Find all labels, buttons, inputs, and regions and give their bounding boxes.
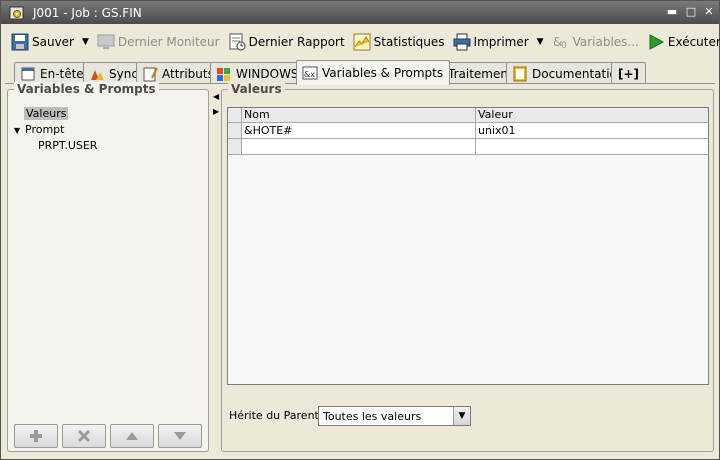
sync-icon: [89, 66, 105, 82]
statistics-button[interactable]: Statistiques: [349, 29, 449, 55]
panel-splitter[interactable]: ◀ ▶: [212, 89, 220, 452]
variables-prompts-icon: &x: [302, 65, 318, 81]
cell-name[interactable]: [242, 139, 476, 154]
toolbar: Sauver ▼ Dernier Moniteur Dernier Rappor…: [1, 26, 720, 58]
table-header: Nom Valeur: [228, 108, 708, 123]
tab-label: Sync: [109, 66, 138, 81]
cell-name[interactable]: &HOTE#: [242, 123, 476, 138]
report-icon: [228, 33, 246, 51]
save-dropdown-icon[interactable]: ▼: [82, 37, 89, 47]
table-row[interactable]: [228, 139, 708, 155]
play-icon: [647, 33, 665, 51]
save-button[interactable]: Sauver ▼: [7, 29, 93, 55]
tab-header[interactable]: En-tête: [14, 62, 91, 84]
title-bar: J001 - Job : GS.FIN ▬ □ ✕: [1, 1, 719, 24]
tree-item-prpt-user[interactable]: PRPT.USER: [38, 139, 97, 152]
svg-text:&x: &x: [304, 70, 315, 79]
minimize-icon[interactable]: ▬: [665, 5, 679, 19]
inherit-select[interactable]: Toutes les valeurs ▼: [318, 406, 471, 426]
statistics-label: Statistiques: [373, 35, 445, 49]
row-header[interactable]: [228, 123, 242, 138]
tab-label: Variables & Prompts: [322, 66, 444, 80]
tree-item-valeurs[interactable]: Valeurs: [24, 107, 69, 120]
column-header-name[interactable]: Nom: [242, 108, 476, 123]
move-down-button[interactable]: [158, 424, 202, 448]
variables-label: Variables...: [572, 35, 639, 49]
tab-label: En-tête: [40, 66, 84, 81]
panel-title: Variables & Prompts: [14, 82, 159, 96]
print-button[interactable]: Imprimer ▼: [449, 29, 548, 55]
delete-button[interactable]: [62, 424, 106, 448]
tab-label: WINDOWS: [236, 66, 299, 81]
save-icon: [11, 33, 29, 51]
maximize-icon[interactable]: □: [684, 5, 698, 19]
values-title: Valeurs: [228, 82, 285, 96]
collapse-left-icon[interactable]: ◀: [213, 92, 219, 101]
cell-value[interactable]: unix01: [476, 123, 708, 138]
print-label: Imprimer: [473, 35, 529, 49]
variables-icon: & 0: [552, 33, 570, 51]
values-table: Nom Valeur &HOTE# unix01: [227, 107, 709, 385]
move-up-button[interactable]: [110, 424, 154, 448]
execute-label: Exécuter: [667, 35, 720, 49]
column-header-value[interactable]: Valeur: [476, 108, 708, 123]
plus-icon: [30, 430, 42, 442]
values-panel: Valeurs Nom Valeur &HOTE# unix01 Hérite …: [221, 82, 714, 452]
cell-value[interactable]: [476, 139, 708, 154]
attributes-icon: [142, 66, 158, 82]
tab-add[interactable]: [+]: [611, 62, 647, 84]
tab-label: Attributs: [162, 66, 214, 81]
job-window: J001 - Job : GS.FIN ▬ □ ✕ Sauver ▼ Derni…: [0, 0, 720, 460]
last-report-label: Dernier Rapport: [248, 35, 345, 49]
statistics-icon: [353, 33, 371, 51]
tab-windows[interactable]: WINDOWS: [210, 62, 306, 84]
tab-attributes[interactable]: Attributs: [136, 62, 221, 84]
expand-arrow-icon[interactable]: ▼: [14, 126, 20, 135]
tab-bar: En-tête Sync Attributs WINDOWS &x Variab…: [1, 60, 719, 85]
close-icon[interactable]: ✕: [702, 5, 716, 19]
expand-right-icon[interactable]: ▶: [213, 107, 219, 116]
inherit-select-value: Toutes les valeurs: [323, 410, 422, 423]
execute-button[interactable]: Exécuter ▼: [643, 29, 720, 55]
tab-variables-prompts[interactable]: &x Variables & Prompts: [296, 60, 451, 85]
arrow-up-icon: [126, 432, 138, 440]
inherit-label: Hérite du Parent:: [229, 409, 323, 422]
job-gear-icon: [9, 5, 25, 21]
printer-icon: [453, 33, 471, 51]
svg-text:0: 0: [561, 41, 567, 51]
save-label: Sauver: [32, 35, 74, 49]
windows-icon: [216, 66, 232, 82]
monitor-icon: [97, 33, 115, 51]
header-icon: [20, 66, 36, 82]
variables-prompts-panel: Variables & Prompts Valeurs ▼ Prompt PRP…: [7, 82, 209, 452]
row-header-corner: [228, 108, 242, 123]
tree-item-prompt[interactable]: Prompt: [25, 123, 64, 136]
documentation-icon: [512, 66, 528, 82]
delete-x-icon: [77, 429, 91, 443]
add-tab-icon: [+]: [618, 66, 640, 81]
table-row[interactable]: &HOTE# unix01: [228, 123, 708, 139]
variables-button[interactable]: & 0 Variables...: [548, 29, 643, 55]
tab-label: Traitement: [448, 66, 513, 81]
window-title: J001 - Job : GS.FIN: [33, 5, 142, 20]
chevron-down-icon[interactable]: ▼: [453, 407, 470, 425]
row-header[interactable]: [228, 139, 242, 154]
add-button[interactable]: [14, 424, 58, 448]
print-dropdown-icon[interactable]: ▼: [537, 37, 544, 47]
last-report-button[interactable]: Dernier Rapport: [224, 29, 349, 55]
last-monitor-label: Dernier Moniteur: [117, 35, 220, 49]
arrow-down-icon: [174, 432, 186, 440]
last-monitor-button[interactable]: Dernier Moniteur: [93, 29, 224, 55]
